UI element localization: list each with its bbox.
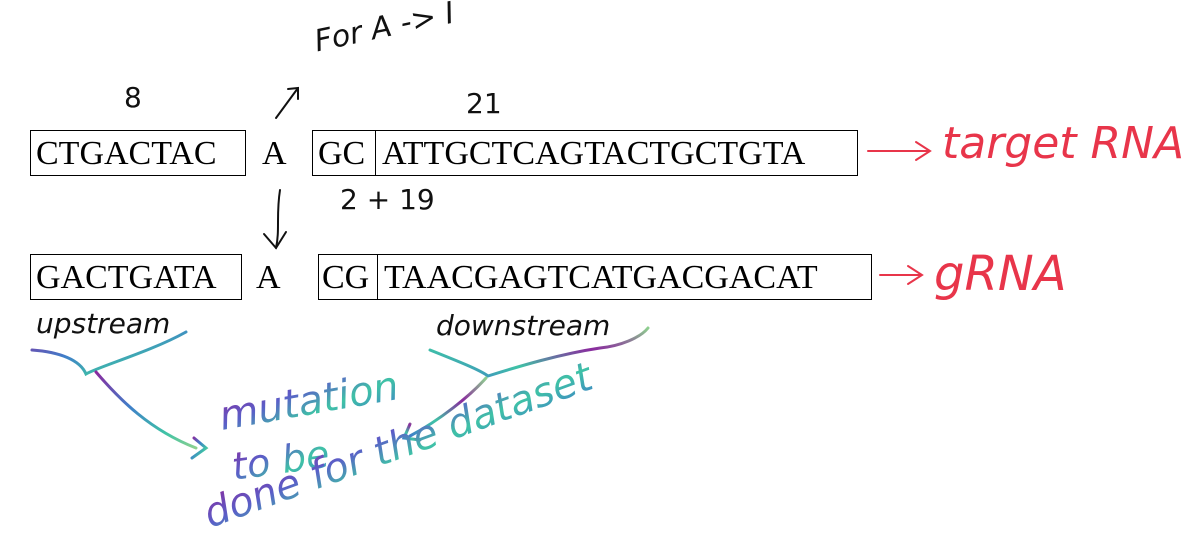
mutation-note: mutation to be done for the dataset: [198, 354, 600, 538]
note-line-1: mutation: [216, 363, 402, 440]
